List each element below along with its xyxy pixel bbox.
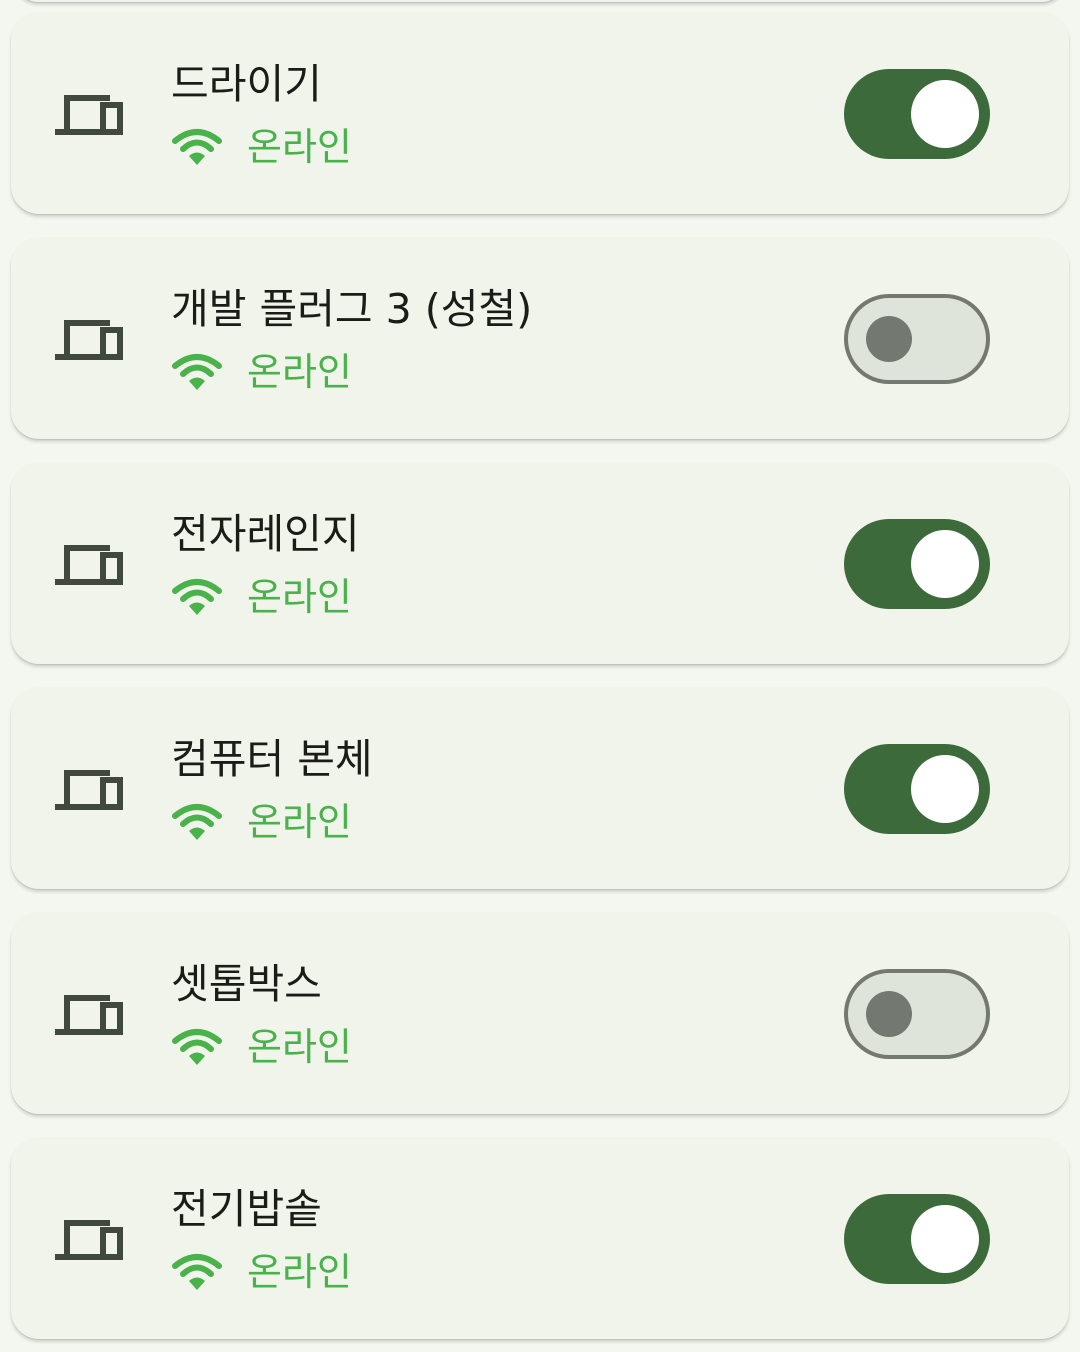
- device-name: 셋톱박스: [171, 960, 322, 1008]
- status-label: 온라인: [247, 575, 352, 619]
- device-card[interactable]: 개발 플러그 3 (성철) 온라인: [11, 237, 1069, 439]
- status-label: 온라인: [247, 800, 352, 844]
- status-label: 온라인: [247, 1250, 352, 1294]
- device-name: 전기밥솥: [171, 1185, 322, 1233]
- wifi-icon: [171, 577, 223, 617]
- devices-icon: [54, 1216, 124, 1262]
- device-card[interactable]: 드라이기 온라인: [11, 12, 1069, 214]
- device-status: 온라인: [171, 572, 352, 622]
- power-toggle[interactable]: [844, 294, 990, 384]
- wifi-icon: [171, 802, 223, 842]
- toggle-knob: [866, 316, 912, 362]
- device-status: 온라인: [171, 347, 352, 397]
- device-status: 온라인: [171, 797, 352, 847]
- power-toggle[interactable]: [844, 519, 990, 609]
- power-toggle[interactable]: [844, 69, 990, 159]
- device-card[interactable]: 전기밥솥 온라인: [11, 1137, 1069, 1339]
- device-list: 드라이기 온라인 개발 플러그 3 (성철) 온라인 전자레인지 온라인 컴퓨터…: [0, 0, 1080, 1352]
- device-card[interactable]: 셋톱박스 온라인: [11, 912, 1069, 1114]
- wifi-icon: [171, 127, 223, 167]
- power-toggle[interactable]: [844, 969, 990, 1059]
- wifi-icon: [171, 1027, 223, 1067]
- toggle-knob: [911, 755, 979, 823]
- status-label: 온라인: [247, 1025, 352, 1069]
- device-name: 드라이기: [171, 60, 322, 108]
- device-card[interactable]: 전자레인지 온라인: [11, 462, 1069, 664]
- device-name: 개발 플러그 3 (성철): [171, 285, 533, 333]
- power-toggle[interactable]: [844, 1194, 990, 1284]
- device-status: 온라인: [171, 122, 352, 172]
- status-label: 온라인: [247, 350, 352, 394]
- device-name: 전자레인지: [171, 510, 360, 558]
- device-name: 컴퓨터 본체: [171, 735, 373, 783]
- toggle-knob: [911, 530, 979, 598]
- toggle-knob: [911, 1205, 979, 1273]
- devices-icon: [54, 316, 124, 362]
- devices-icon: [54, 991, 124, 1037]
- devices-icon: [54, 91, 124, 137]
- toggle-knob: [911, 80, 979, 148]
- wifi-icon: [171, 352, 223, 392]
- wifi-icon: [171, 1252, 223, 1292]
- toggle-knob: [866, 991, 912, 1037]
- device-card[interactable]: 컴퓨터 본체 온라인: [11, 687, 1069, 889]
- devices-icon: [54, 541, 124, 587]
- device-status: 온라인: [171, 1247, 352, 1297]
- status-label: 온라인: [247, 125, 352, 169]
- device-status: 온라인: [171, 1022, 352, 1072]
- power-toggle[interactable]: [844, 744, 990, 834]
- devices-icon: [54, 766, 124, 812]
